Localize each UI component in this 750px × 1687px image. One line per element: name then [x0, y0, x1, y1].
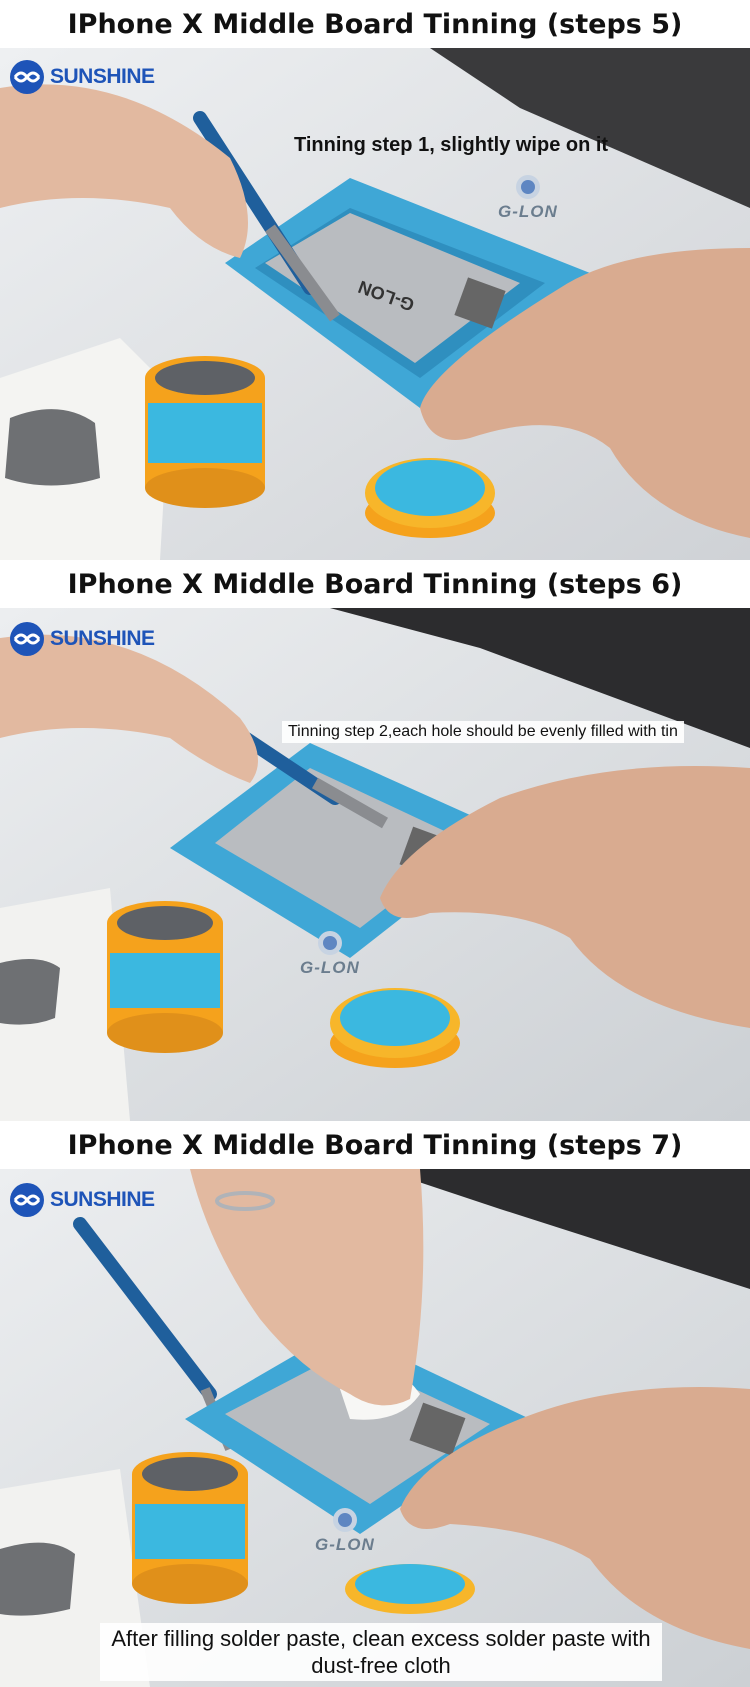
watermark-text: G-LON [498, 202, 558, 221]
photo-step-6: SUNSHINE Tinning step 2,each hole should… [0, 608, 750, 1121]
sunshine-logo-icon [10, 622, 44, 656]
glon-logo-icon [515, 175, 540, 199]
photo-step-7-scene [0, 1169, 750, 1687]
section-title-steps-6: IPhone X Middle Board Tinning (steps 6) [0, 560, 750, 608]
watermark: G-LON [300, 930, 360, 978]
glon-logo-icon [332, 1508, 357, 1532]
brand-name: SUNSHINE [50, 65, 155, 88]
watermark: G-LON [498, 174, 558, 222]
section-title-steps-5: IPhone X Middle Board Tinning (steps 5) [0, 0, 750, 48]
step-caption: Tinning step 1, slightly wipe on it [294, 134, 609, 156]
photo-step-5: G-LON SUNSHINE Tinning step 1, slightly … [0, 48, 750, 560]
brand-logo: SUNSHINE [10, 1183, 155, 1217]
photo-step-6-scene [0, 608, 750, 1121]
glon-logo-icon [317, 931, 342, 955]
watermark-text: G-LON [315, 1535, 375, 1554]
section-title-steps-7: IPhone X Middle Board Tinning (steps 7) [0, 1121, 750, 1169]
brand-logo: SUNSHINE [10, 622, 155, 656]
sunshine-logo-icon [10, 1183, 44, 1217]
photo-step-5-scene: G-LON [0, 48, 750, 560]
photo-step-7: SUNSHINE G-LON After filling solder past… [0, 1169, 750, 1687]
brand-name: SUNSHINE [50, 1188, 155, 1211]
step-caption: After filling solder paste, clean excess… [100, 1623, 662, 1681]
brand-name: SUNSHINE [50, 627, 155, 650]
brand-logo: SUNSHINE [10, 60, 155, 94]
step-caption: Tinning step 2,each hole should be evenl… [282, 721, 684, 743]
watermark-text: G-LON [300, 958, 360, 977]
sunshine-logo-icon [10, 60, 44, 94]
watermark: G-LON [315, 1507, 375, 1555]
